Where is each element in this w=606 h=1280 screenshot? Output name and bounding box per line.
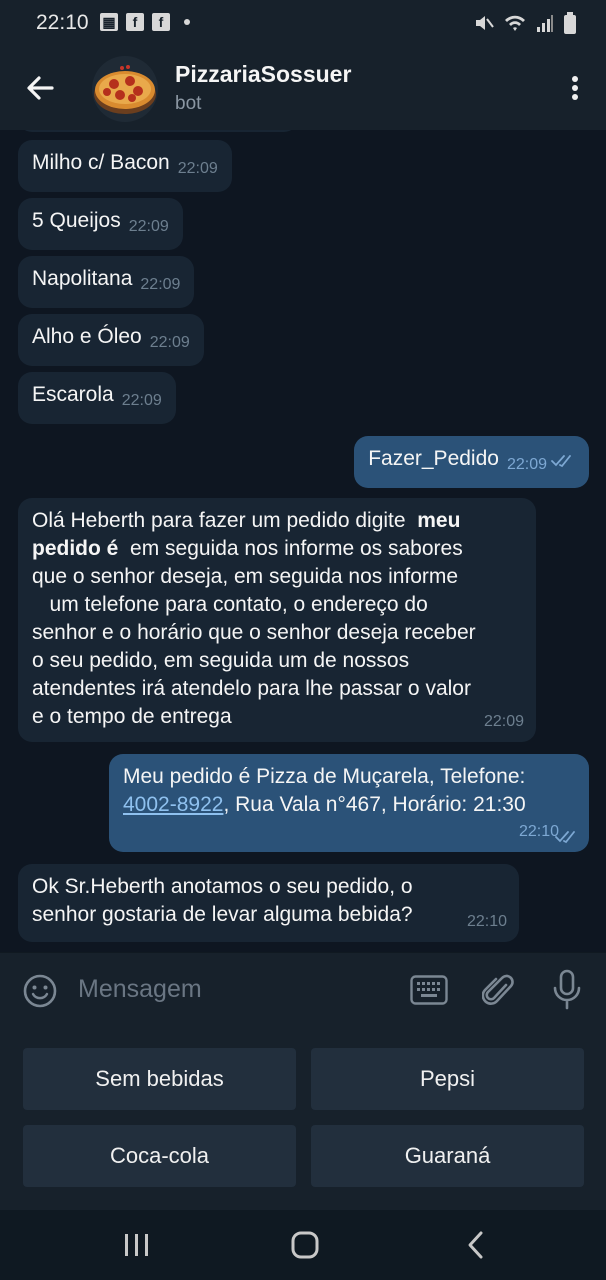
notification-icons: ▦ f f: [100, 13, 190, 31]
system-icons: [474, 12, 576, 34]
message-bubble[interactable]: Alho e Óleo 22:09: [18, 314, 204, 366]
facebook-icon-2: f: [152, 13, 170, 31]
message-text: Escarola: [32, 383, 114, 406]
message-input-bar: Mensagem: [0, 952, 606, 1027]
message-text: Napolitana: [32, 267, 133, 290]
chat-title[interactable]: PizzariaSossuer: [175, 61, 351, 88]
status-bar: 22:10 ▦ f f: [0, 0, 606, 46]
message-text: Milho c/ Bacon: [32, 151, 170, 174]
message-bubble[interactable]: Olá Heberth para fazer um pedido digite …: [18, 498, 536, 742]
battery-icon: [564, 12, 576, 34]
message-bubble[interactable]: Milho c/ Bacon 22:09: [18, 140, 232, 192]
wifi-icon: [505, 15, 525, 31]
reply-button-guarana[interactable]: Guaraná: [311, 1125, 584, 1187]
read-receipt-icon: [551, 455, 571, 468]
message-bubble[interactable]: Ok Sr.Heberth anotamos o seu pedido, o s…: [18, 864, 519, 942]
message-time: 22:09: [506, 456, 547, 473]
message-time: 22:09: [121, 392, 162, 409]
system-navigation-bar: [0, 1210, 606, 1280]
home-icon[interactable]: [290, 1230, 320, 1260]
message-bubble[interactable]: 5 Queijos 22:09: [18, 198, 183, 250]
message-text: Meu pedido é Pizza de Muçarela, Telefone…: [123, 765, 526, 816]
back-arrow-icon[interactable]: [22, 72, 58, 104]
phone-link[interactable]: 4002-8922: [123, 793, 223, 816]
message-input[interactable]: Mensagem: [78, 975, 202, 1004]
bot-reply-keyboard: Sem bebidas Pepsi Coca-cola Guaraná: [0, 1026, 606, 1210]
message-text: Olá Heberth para fazer um pedido digite …: [32, 509, 476, 728]
attach-icon[interactable]: [482, 971, 516, 1009]
pizza-avatar-icon: [92, 56, 158, 122]
more-options-icon[interactable]: [570, 74, 580, 104]
back-nav-icon[interactable]: [464, 1230, 488, 1260]
signal-icon: [537, 15, 553, 32]
recent-apps-icon[interactable]: [122, 1232, 152, 1258]
message-bubble[interactable]: Escarola 22:09: [18, 372, 176, 424]
message-time: 22:09: [128, 218, 169, 235]
mute-icon: [476, 16, 494, 30]
message-bubble-outgoing[interactable]: Fazer_Pedido 22:09: [354, 436, 589, 488]
bot-keyboard-icon[interactable]: [410, 975, 448, 1005]
chat-subtitle: bot: [175, 93, 202, 114]
message-time: 22:09: [177, 160, 218, 177]
message-text: Fazer_Pedido: [368, 447, 499, 470]
status-time: 22:10: [36, 11, 89, 34]
message-list[interactable]: Milho c/ Bacon 22:09 5 Queijos 22:09 Napol…: [0, 130, 606, 952]
emoji-icon[interactable]: [22, 973, 58, 1009]
message-time: 22:09: [483, 713, 524, 730]
more-notifications-icon: [184, 19, 190, 25]
message-bubble-partial: [18, 130, 298, 132]
reply-button-sem-bebidas[interactable]: Sem bebidas: [23, 1048, 296, 1110]
reply-button-coca-cola[interactable]: Coca-cola: [23, 1125, 296, 1187]
message-text: Alho e Óleo: [32, 325, 142, 348]
gallery-icon: ▦: [100, 13, 118, 31]
message-bubble-outgoing[interactable]: Meu pedido é Pizza de Muçarela, Telefone…: [109, 754, 589, 852]
message-time: 22:10: [466, 913, 507, 930]
message-bubble[interactable]: Napolitana 22:09: [18, 256, 195, 308]
avatar[interactable]: [92, 56, 158, 122]
message-time: 22:09: [149, 334, 190, 351]
facebook-icon: f: [126, 13, 144, 31]
message-time: 22:09: [140, 276, 181, 293]
message-time: 22:10: [518, 823, 559, 840]
chat-header: PizzariaSossuer bot: [0, 46, 606, 130]
message-text: 5 Queijos: [32, 209, 121, 232]
message-text: Ok Sr.Heberth anotamos o seu pedido, o s…: [32, 875, 413, 926]
read-receipt-icon: [555, 831, 575, 844]
microphone-icon[interactable]: [552, 969, 582, 1011]
reply-button-pepsi[interactable]: Pepsi: [311, 1048, 584, 1110]
